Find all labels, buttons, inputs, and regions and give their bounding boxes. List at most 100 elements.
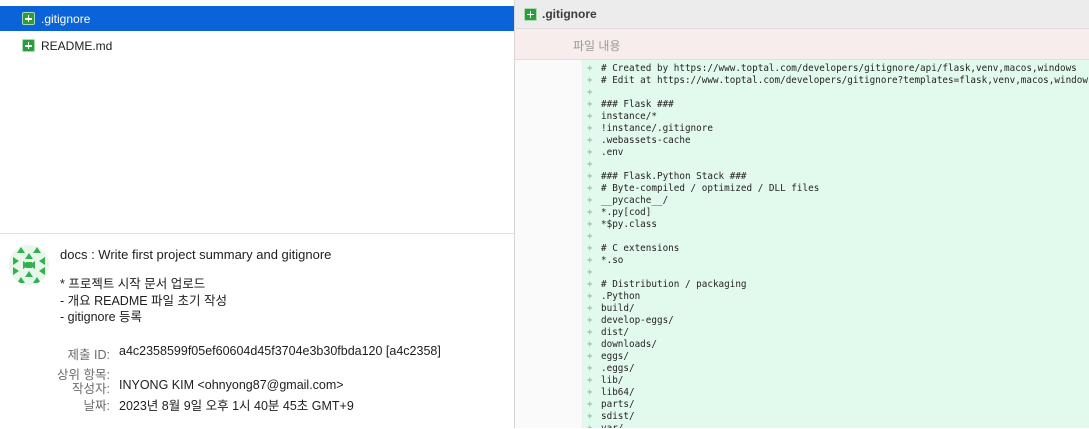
commit-message: * 프로젝트 시작 문서 업로드 - 개요 README 파일 초기 작성 - … xyxy=(60,276,227,326)
diff-line: + .Python xyxy=(587,291,1089,303)
added-marker: + xyxy=(587,219,593,230)
commit-message-line: - gitignore 등록 xyxy=(60,310,143,324)
added-marker: + xyxy=(587,111,593,122)
diff-line-text: lib/ xyxy=(601,375,624,386)
diff-line-text: var/ xyxy=(601,423,623,428)
added-marker: + xyxy=(587,387,593,398)
commit-id-row: 제출 ID: a4c2358599f05ef60604d45f3704e3b30… xyxy=(0,344,514,362)
diff-line-text: .env xyxy=(601,147,624,158)
diff-line: + sdist/ xyxy=(587,411,1089,423)
diff-line: +var/ xyxy=(587,423,1089,428)
added-marker: + xyxy=(587,63,593,74)
diff-file-name: .gitignore xyxy=(542,7,597,21)
author-row: 작성자: INYONG KIM <ohnyong87@gmail.com> xyxy=(0,378,514,396)
diff-line-text: dist/ xyxy=(601,327,629,338)
diff-line: + # C extensions xyxy=(587,243,1089,255)
added-marker: + xyxy=(587,423,601,428)
added-marker: + xyxy=(587,159,593,170)
added-marker: + xyxy=(587,231,593,242)
commit-id-value[interactable]: a4c2358599f05ef60604d45f3704e3b30fbda120… xyxy=(119,344,441,358)
diff-line: + dist/ xyxy=(587,327,1089,339)
content-label: 파일 내용 xyxy=(573,39,621,53)
diff-line: + xyxy=(587,231,1089,243)
file-item-label: README.md xyxy=(41,38,113,53)
diff-line-text: eggs/ xyxy=(601,351,629,362)
added-marker: + xyxy=(587,411,593,422)
added-marker: + xyxy=(587,291,593,302)
diff-line-text: .Python xyxy=(601,291,641,302)
file-item-readme[interactable]: README.md xyxy=(0,33,514,58)
diff-line-text: ### Flask ### xyxy=(601,99,674,110)
added-marker: + xyxy=(587,279,593,290)
added-marker: + xyxy=(587,255,593,266)
hunk-header: 파일 내용 xyxy=(515,29,1089,60)
diff-line: + parts/ xyxy=(587,399,1089,411)
diff-line: + xyxy=(587,267,1089,279)
diff-line: + # Distribution / packaging xyxy=(587,279,1089,291)
diff-line: + .webassets-cache xyxy=(587,135,1089,147)
diff-line: + # Created by https://www.toptal.com/dev… xyxy=(587,63,1089,75)
diff-line-text: *.so xyxy=(601,255,624,266)
added-marker: + xyxy=(587,183,593,194)
diff-line-text: build/ xyxy=(601,303,635,314)
added-marker: + xyxy=(587,75,593,86)
diff-line: + ### Flask.Python Stack ### xyxy=(587,171,1089,183)
diff-line-text: instance/* xyxy=(601,111,657,122)
added-marker: + xyxy=(587,375,593,386)
added-marker: + xyxy=(587,339,593,350)
diff-line: + instance/* xyxy=(587,111,1089,123)
added-marker: + xyxy=(587,171,593,182)
added-marker: + xyxy=(587,399,593,410)
diff-line-text: lib64/ xyxy=(601,387,635,398)
diff-file-header: .gitignore xyxy=(515,0,1089,29)
file-item-gitignore[interactable]: .gitignore xyxy=(0,6,514,31)
added-marker: + xyxy=(587,99,593,110)
commit-title: docs : Write first project summary and g… xyxy=(60,247,332,262)
diff-line: + xyxy=(587,87,1089,99)
added-marker: + xyxy=(587,351,593,362)
diff-line: + eggs/ xyxy=(587,351,1089,363)
diff-line-text: .webassets-cache xyxy=(601,135,691,146)
added-marker: + xyxy=(587,327,593,338)
added-file-icon xyxy=(22,39,35,52)
added-marker: + xyxy=(587,87,593,98)
diff-line: + ### Flask ### xyxy=(587,99,1089,111)
added-file-icon xyxy=(524,7,537,21)
added-marker: + xyxy=(587,243,593,254)
diff-line: + develop-eggs/ xyxy=(587,315,1089,327)
diff-line-text: # C extensions xyxy=(601,243,680,254)
added-marker: + xyxy=(587,207,593,218)
diff-line: + *$py.class xyxy=(587,219,1089,231)
author-value: INYONG KIM <ohnyong87@gmail.com> xyxy=(119,378,344,392)
diff-line: + lib64/ xyxy=(587,387,1089,399)
added-marker: + xyxy=(587,303,593,314)
diff-line: + __pycache__/ xyxy=(587,195,1089,207)
diff-line-text: # Created by https://www.toptal.com/deve… xyxy=(601,63,1077,74)
added-marker: + xyxy=(587,123,593,134)
diff-line-text: sdist/ xyxy=(601,411,635,422)
avatar xyxy=(9,245,49,285)
diff-line-text: # Edit at https://www.toptal.com/develop… xyxy=(601,75,1089,86)
date-value: 2023년 8월 9일 오후 1시 40분 45초 GMT+9 xyxy=(119,399,354,413)
diff-line: + *.so xyxy=(587,255,1089,267)
diff-line-text: downloads/ xyxy=(601,339,657,350)
added-marker: + xyxy=(587,363,593,374)
added-marker: + xyxy=(587,315,593,326)
diff-line: + .eggs/ xyxy=(587,363,1089,375)
diff-line: + # Byte-compiled / optimized / DLL files xyxy=(587,183,1089,195)
diff-line-text: __pycache__/ xyxy=(601,195,669,206)
diff-line-text: parts/ xyxy=(601,399,635,410)
added-file-icon xyxy=(22,12,35,25)
commit-details: docs : Write first project summary and g… xyxy=(0,233,514,429)
diff-line: + xyxy=(587,159,1089,171)
date-row: 날짜: 2023년 8월 9일 오후 1시 40분 45초 GMT+9 xyxy=(0,395,514,413)
added-marker: + xyxy=(587,147,593,158)
code-lines: + # Created by https://www.toptal.com/dev… xyxy=(587,63,1089,428)
commit-message-line: - 개요 README 파일 초기 작성 xyxy=(60,293,228,308)
diff-pane: .gitignore 파일 내용 + # Created by https://w… xyxy=(515,0,1089,428)
diff-line: + !instance/.gitignore xyxy=(587,123,1089,135)
diff-line: + downloads/ xyxy=(587,339,1089,351)
file-item-label: .gitignore xyxy=(41,11,91,26)
diff-line: + .env xyxy=(587,147,1089,159)
diff-line-text: *$py.class xyxy=(601,219,657,230)
